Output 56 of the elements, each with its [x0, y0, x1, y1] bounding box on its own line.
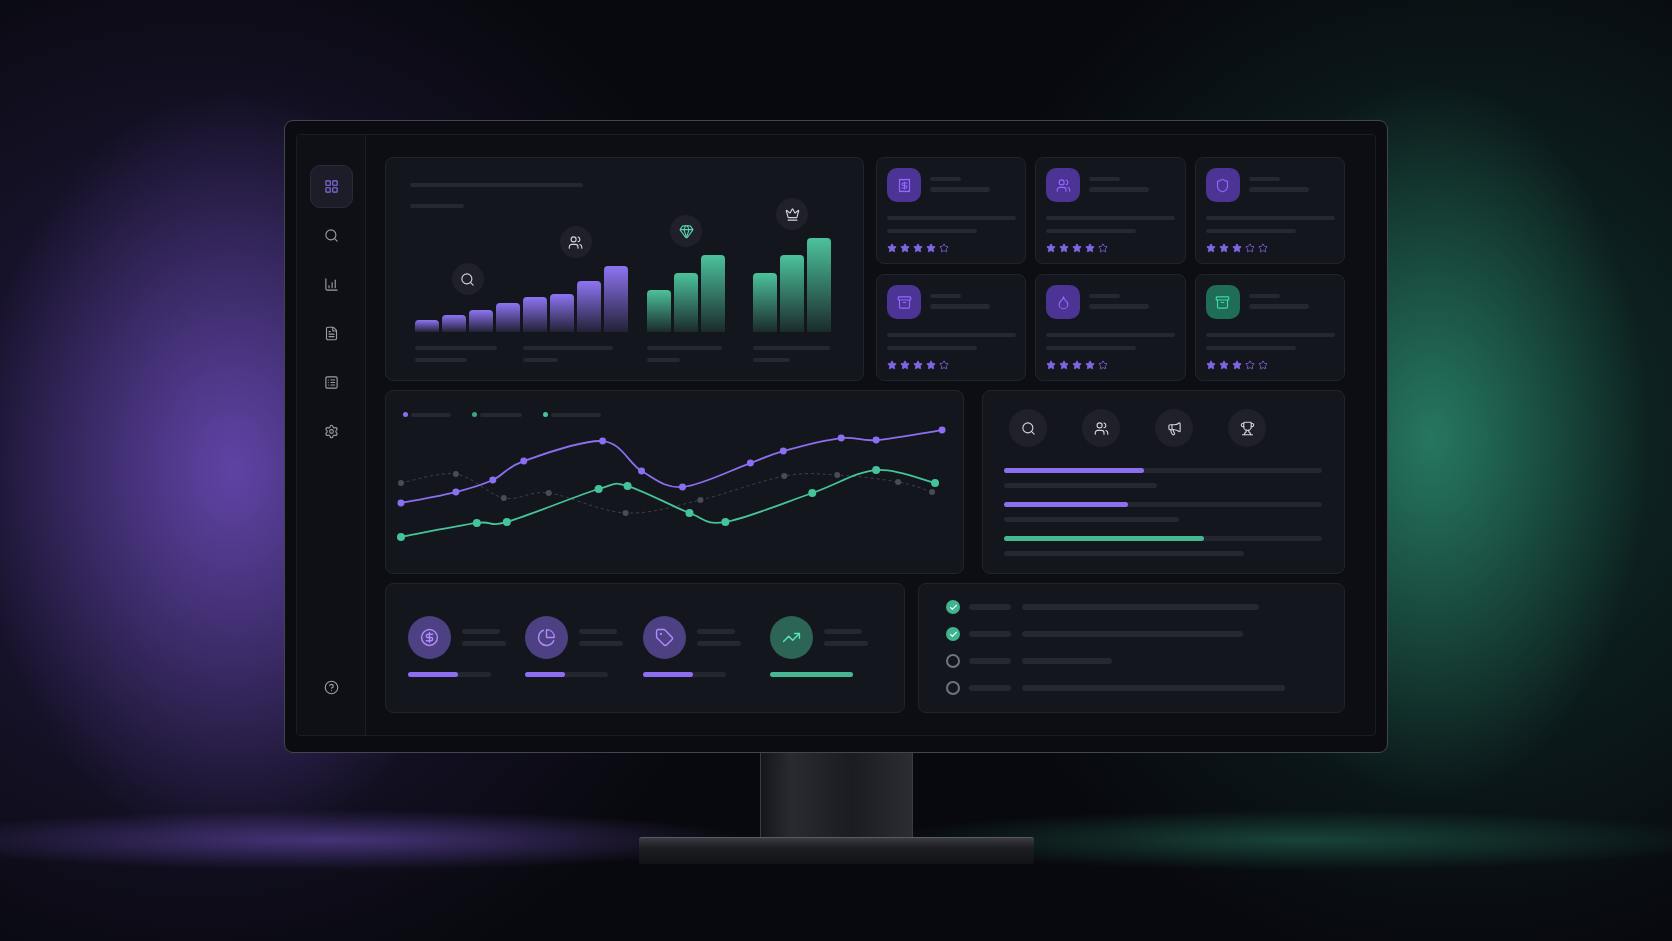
- star-icon: [1072, 243, 1083, 253]
- star-icon: [887, 243, 897, 253]
- gem-icon: [670, 215, 702, 247]
- star-icon: [939, 243, 949, 253]
- list-icon: [323, 375, 339, 390]
- trend-up-icon: [770, 616, 813, 659]
- pie-chart-icon: [525, 616, 568, 659]
- star-icon: [1059, 360, 1070, 370]
- star-icon: [1072, 360, 1083, 370]
- star-icon: [1244, 360, 1255, 370]
- check-icon: [948, 602, 958, 612]
- tag-icon: [643, 616, 686, 659]
- crown-icon: [776, 198, 808, 230]
- star-icon: [913, 360, 923, 370]
- star-icon: [1085, 243, 1096, 253]
- star-icon: [1098, 360, 1109, 370]
- document-icon: [323, 326, 339, 341]
- checkbox[interactable]: [946, 600, 960, 614]
- users-icon: [559, 226, 592, 258]
- star-icon: [1046, 243, 1057, 253]
- star-icon: [1098, 243, 1109, 253]
- check-icon: [948, 629, 958, 639]
- star-icon: [913, 243, 923, 253]
- star-icon: [1218, 360, 1229, 370]
- search-icon: [451, 263, 484, 295]
- star-icon: [1257, 360, 1268, 370]
- sidebar-button[interactable]: [309, 165, 353, 208]
- search-icon: [323, 228, 339, 243]
- star-icon: [1205, 360, 1216, 370]
- star-icon: [1085, 360, 1096, 370]
- star-icon: [926, 360, 936, 370]
- checkbox[interactable]: [946, 681, 960, 695]
- star-icon: [926, 243, 936, 253]
- star-icon: [1046, 360, 1057, 370]
- trophy-icon: [1228, 409, 1266, 447]
- settings-icon: [323, 424, 339, 439]
- search-icon: [1009, 409, 1047, 447]
- star-icon: [887, 360, 897, 370]
- star-icon: [1205, 243, 1216, 253]
- users-icon: [1082, 409, 1120, 447]
- star-icon: [1231, 243, 1242, 253]
- checkbox[interactable]: [946, 627, 960, 641]
- star-icon: [900, 243, 910, 253]
- star-icon: [1257, 243, 1268, 253]
- checkbox[interactable]: [946, 654, 960, 668]
- star-icon: [1059, 243, 1070, 253]
- star-icon: [1244, 243, 1255, 253]
- star-icon: [900, 360, 910, 370]
- star-icon: [1231, 360, 1242, 370]
- dollar-icon: [408, 616, 451, 659]
- star-icon: [939, 360, 949, 370]
- help-icon: [323, 680, 339, 695]
- star-icon: [1218, 243, 1229, 253]
- bar-chart-icon: [323, 277, 339, 292]
- grid-icon: [323, 179, 339, 194]
- megaphone-icon: [1155, 409, 1193, 447]
